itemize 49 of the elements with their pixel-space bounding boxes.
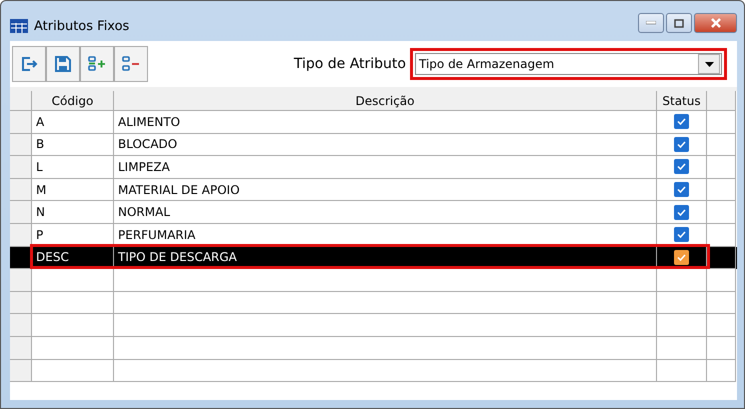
row-indicator bbox=[10, 360, 32, 382]
column-header[interactable]: Código bbox=[32, 91, 114, 111]
check-icon bbox=[677, 208, 686, 217]
table-icon bbox=[10, 19, 28, 33]
status-checkbox[interactable] bbox=[674, 204, 689, 220]
check-icon bbox=[677, 162, 686, 172]
window-title: Atributos Fixos bbox=[34, 18, 130, 34]
attribute-type-dropdown[interactable]: Tipo de Armazenagem bbox=[415, 53, 722, 75]
column-header[interactable]: Status bbox=[657, 91, 707, 111]
row-indicator bbox=[10, 269, 32, 292]
status-checkbox[interactable] bbox=[674, 182, 689, 198]
status-checkbox[interactable] bbox=[674, 227, 689, 242]
remove-list-icon bbox=[121, 55, 141, 73]
row-indicator bbox=[10, 224, 32, 247]
row-indicator bbox=[10, 292, 32, 314]
check-icon bbox=[677, 140, 686, 149]
caret-icon bbox=[704, 62, 714, 66]
toolbar-button[interactable] bbox=[12, 46, 46, 82]
status-checkbox[interactable] bbox=[674, 114, 689, 130]
toolbar-button[interactable] bbox=[46, 46, 80, 82]
save-icon bbox=[54, 55, 72, 73]
close-icon bbox=[710, 18, 722, 28]
status-checkbox[interactable] bbox=[674, 250, 689, 265]
close-button[interactable] bbox=[694, 13, 737, 33]
status-checkbox[interactable] bbox=[674, 136, 689, 152]
table-cell bbox=[657, 360, 707, 382]
maximize-button[interactable] bbox=[666, 13, 692, 33]
filter-label: Tipo de Atributo bbox=[294, 56, 406, 72]
add-list-icon bbox=[87, 55, 107, 73]
toolbar-button[interactable] bbox=[80, 46, 114, 82]
minimize-icon bbox=[646, 21, 656, 25]
row-indicator bbox=[10, 111, 32, 134]
maximize-icon bbox=[674, 18, 684, 28]
row-indicator bbox=[10, 156, 32, 179]
check-icon bbox=[677, 252, 686, 262]
column-header[interactable]: Descrição bbox=[114, 91, 657, 111]
row-indicator bbox=[10, 336, 32, 360]
minimize-button[interactable] bbox=[638, 13, 664, 33]
row-indicator bbox=[10, 314, 32, 337]
row-indicator bbox=[10, 201, 32, 224]
check-icon bbox=[677, 185, 686, 194]
status-checkbox[interactable] bbox=[674, 159, 689, 174]
table-cell bbox=[707, 360, 736, 382]
exit-icon bbox=[20, 55, 38, 73]
check-icon bbox=[677, 230, 686, 240]
check-icon bbox=[677, 117, 686, 126]
row-indicator bbox=[10, 178, 32, 202]
row-indicator bbox=[10, 134, 32, 156]
toolbar-button[interactable] bbox=[114, 46, 148, 82]
